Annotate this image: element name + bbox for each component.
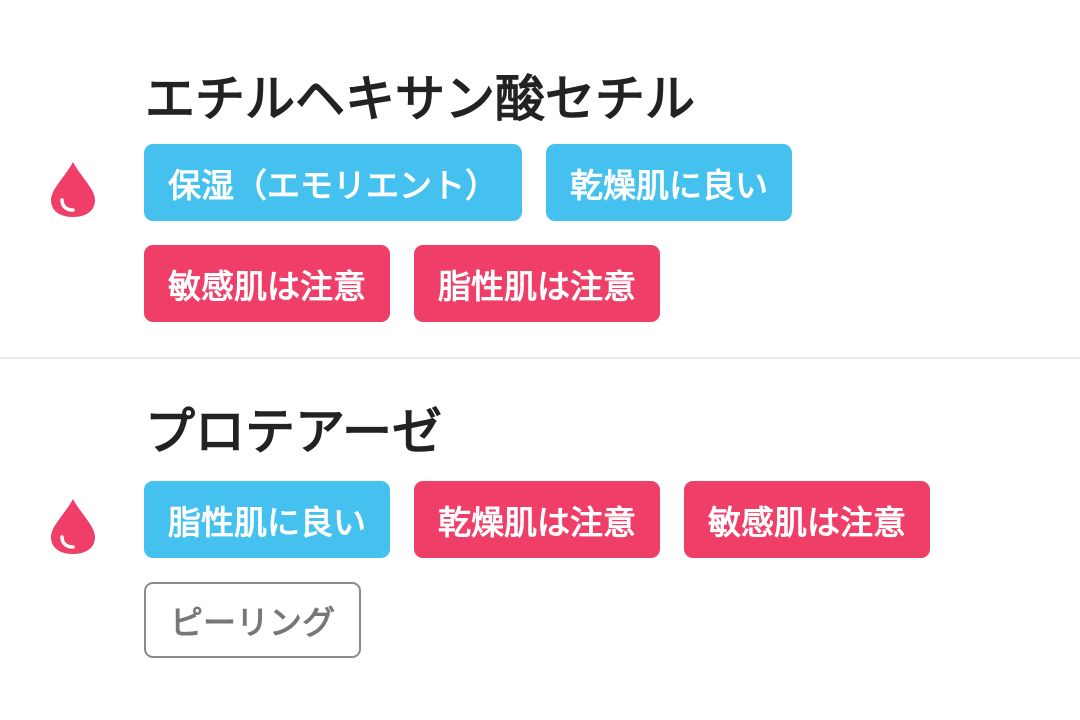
drop-icon bbox=[51, 162, 95, 217]
tag-caution-dry-skin[interactable]: 乾燥肌は注意 bbox=[414, 481, 660, 558]
tag-caution-sensitive-skin[interactable]: 敏感肌は注意 bbox=[684, 481, 930, 558]
tag-caution-sensitive-skin[interactable]: 敏感肌は注意 bbox=[144, 245, 390, 322]
tag-good-for-dry-skin[interactable]: 乾燥肌に良い bbox=[546, 144, 792, 221]
tag-list: 脂性肌に良い 乾燥肌は注意 敏感肌は注意 ピーリング bbox=[144, 481, 1034, 658]
tag-list: 保湿（エモリエント） 乾燥肌に良い 敏感肌は注意 脂性肌は注意 bbox=[144, 144, 1034, 322]
ingredient-item: プロテアーゼ 脂性肌に良い 乾燥肌は注意 敏感肌は注意 ピーリング bbox=[0, 359, 1080, 720]
ingredient-item: エチルヘキサン酸セチル 保湿（エモリエント） 乾燥肌に良い 敏感肌は注意 脂性肌… bbox=[0, 0, 1080, 357]
drop-icon bbox=[51, 499, 95, 554]
ingredient-name: プロテアーゼ bbox=[145, 403, 442, 461]
tag-peeling[interactable]: ピーリング bbox=[144, 582, 361, 658]
tag-moisturizing[interactable]: 保湿（エモリエント） bbox=[144, 144, 522, 221]
tag-good-for-oily-skin[interactable]: 脂性肌に良い bbox=[144, 481, 390, 558]
ingredient-name: エチルヘキサン酸セチル bbox=[145, 70, 695, 128]
tag-caution-oily-skin[interactable]: 脂性肌は注意 bbox=[414, 245, 660, 322]
